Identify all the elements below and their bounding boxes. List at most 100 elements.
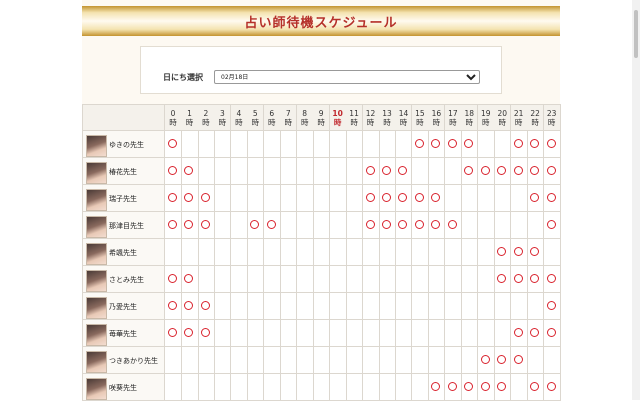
schedule-cell [461, 239, 479, 266]
schedule-cell [461, 212, 479, 239]
schedule-cell [494, 374, 512, 401]
schedule-cell [247, 293, 265, 320]
teacher-name-cell[interactable]: ゆきの先生 [82, 131, 165, 158]
schedule-cell [346, 185, 364, 212]
teacher-avatar[interactable] [86, 324, 107, 346]
schedule-cell [411, 320, 429, 347]
schedule-cell [346, 158, 364, 185]
teacher-avatar[interactable] [86, 270, 107, 292]
schedule-cell [165, 212, 183, 239]
hour-unit: 時 [366, 117, 375, 127]
scrollbar-thumb[interactable] [634, 10, 638, 58]
schedule-cell [428, 185, 446, 212]
available-circle-icon [365, 193, 375, 202]
schedule-cell [296, 320, 314, 347]
date-select[interactable]: 02月18日 [214, 70, 480, 84]
teacher-name[interactable]: ゆきの先生 [109, 140, 144, 150]
available-circle-icon [530, 328, 540, 337]
schedule-cell [214, 320, 232, 347]
schedule-cell [461, 293, 479, 320]
schedule-cell [444, 347, 462, 374]
teacher-name-cell[interactable]: 苺華先生 [82, 320, 165, 347]
schedule-cell [444, 185, 462, 212]
teacher-name-cell[interactable]: 瑞子先生 [82, 185, 165, 212]
available-circle-icon [546, 193, 556, 202]
teacher-name[interactable]: 咲葵先生 [109, 383, 137, 393]
hour-unit: 時 [251, 117, 260, 127]
teacher-name-cell[interactable]: つきあかり先生 [82, 347, 165, 374]
teacher-name-cell[interactable]: 椿花先生 [82, 158, 165, 185]
schedule-cell [313, 212, 331, 239]
schedule-cell [461, 320, 479, 347]
schedule-cell [395, 266, 413, 293]
schedule-cell [543, 239, 561, 266]
hour-unit: 時 [350, 117, 358, 127]
teacher-name[interactable]: 乃愛先生 [109, 302, 137, 312]
schedule-cell [543, 266, 561, 293]
teacher-name-cell[interactable]: 希颯先生 [82, 239, 165, 266]
hour-number: 11 [349, 108, 359, 118]
teacher-name[interactable]: 希颯先生 [109, 248, 137, 258]
teacher-name[interactable]: 那津目先生 [109, 221, 144, 231]
schedule-cell [346, 347, 364, 374]
hour-number: 7 [285, 108, 291, 118]
teacher-avatar[interactable] [86, 243, 107, 265]
schedule-cell [543, 347, 561, 374]
schedule-cell [181, 266, 199, 293]
schedule-cell [296, 212, 314, 239]
teacher-name[interactable]: つきあかり先生 [109, 356, 158, 366]
hour-unit: 時 [531, 117, 539, 127]
schedule-cell [543, 131, 561, 158]
teacher-name-cell[interactable]: 乃愛先生 [82, 293, 165, 320]
hour-header: 13 時 [378, 104, 397, 131]
schedule-cell [313, 158, 331, 185]
teacher-avatar[interactable] [86, 297, 107, 319]
schedule-cell [362, 212, 380, 239]
schedule-cell [510, 293, 528, 320]
teacher-avatar[interactable] [86, 216, 107, 238]
teacher-name-cell[interactable]: さとみ先生 [82, 266, 165, 293]
teacher-avatar[interactable] [86, 135, 107, 157]
available-circle-icon [447, 382, 457, 391]
schedule-cell [510, 239, 528, 266]
teacher-avatar[interactable] [86, 378, 107, 400]
vertical-scrollbar[interactable] [632, 0, 640, 400]
schedule-cell [461, 185, 479, 212]
schedule-cell [230, 185, 248, 212]
hour-header: 14 時 [395, 104, 413, 131]
teacher-avatar[interactable] [86, 351, 107, 373]
available-circle-icon [168, 328, 177, 337]
schedule-cell [378, 266, 397, 293]
schedule-cell [428, 320, 446, 347]
teacher-avatar[interactable] [86, 189, 107, 211]
hour-number: 20 [497, 108, 507, 118]
schedule-cell [197, 239, 215, 266]
schedule-cell [230, 212, 248, 239]
schedule-cell [527, 293, 545, 320]
teacher-name-cell[interactable]: 咲葵先生 [82, 374, 165, 401]
schedule-cell [378, 374, 397, 401]
schedule-cell [477, 266, 495, 293]
header-corner [82, 104, 165, 131]
schedule-cell [510, 131, 528, 158]
teacher-avatar[interactable] [86, 162, 107, 184]
schedule-cell [214, 347, 232, 374]
schedule-cell [263, 185, 281, 212]
schedule-cell [428, 158, 446, 185]
available-circle-icon [497, 382, 507, 391]
teacher-name[interactable]: 苺華先生 [109, 329, 137, 339]
schedule-cell [296, 239, 314, 266]
hour-number: 9 [318, 108, 324, 118]
schedule-cell [543, 158, 561, 185]
schedule-cell [263, 293, 281, 320]
available-circle-icon [200, 301, 210, 310]
teacher-name[interactable]: 瑞子先生 [109, 194, 137, 204]
hour-header: 2時 [197, 104, 215, 131]
teacher-name-cell[interactable]: 那津目先生 [82, 212, 165, 239]
schedule-cell [181, 320, 199, 347]
hour-unit: 時 [317, 117, 325, 127]
page-title: 占い師待機スケジュール [244, 15, 398, 31]
teacher-name[interactable]: さとみ先生 [109, 275, 144, 285]
schedule-cell [494, 212, 512, 239]
teacher-name[interactable]: 椿花先生 [109, 167, 137, 177]
